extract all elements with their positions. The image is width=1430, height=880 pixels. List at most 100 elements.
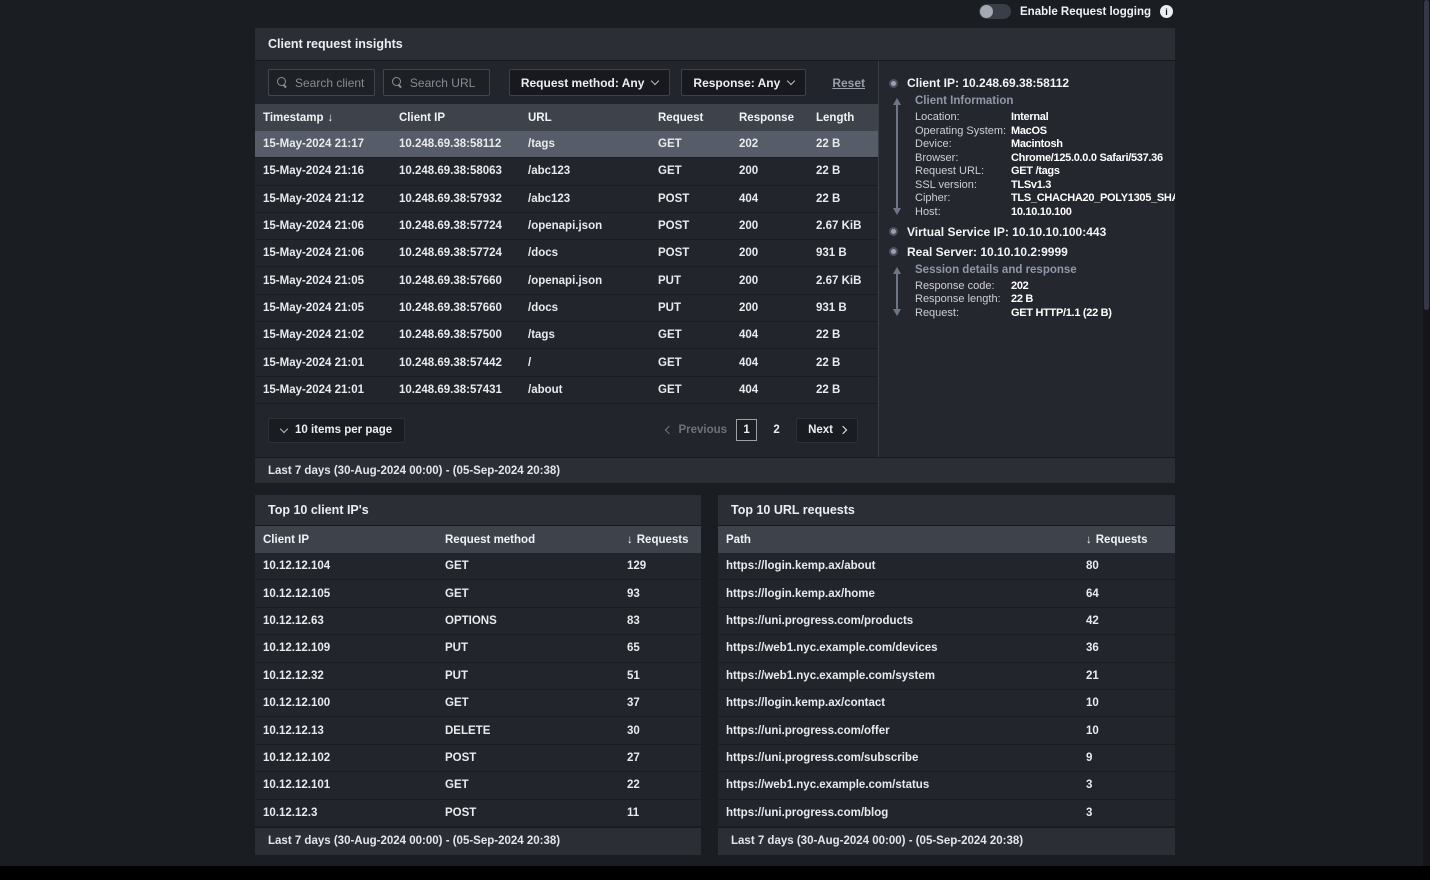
column-header-request-method[interactable]: Request method [437,534,619,546]
column-header-length[interactable]: Length [808,112,878,124]
search-url-input[interactable] [410,76,481,90]
search-client-ip-input[interactable] [295,76,366,90]
field-label: SSL version: [915,179,1011,191]
detail-field: SSL version:TLSv1.3 [915,179,1165,191]
search-icon [277,77,288,88]
table-row[interactable]: 15-May-2024 21:0510.248.69.38:57660/open… [255,267,878,294]
search-url-box[interactable] [383,69,490,96]
field-label: Response code: [915,280,1011,292]
table-cell: 10.12.12.104 [255,560,437,572]
table-row: 10.12.12.101GET22 [255,772,701,799]
table-row: https://login.kemp.ax/about80 [718,553,1175,580]
table-cell: PUT [650,302,731,314]
table-cell: 15-May-2024 21:06 [255,247,391,259]
table-cell: 10.248.69.38:57431 [391,384,520,396]
table-row[interactable]: 15-May-2024 21:0110.248.69.38:57442/GET4… [255,349,878,376]
table-row[interactable]: 15-May-2024 21:1710.248.69.38:58112/tags… [255,131,878,158]
column-header-client-ip[interactable]: Client IP [255,534,437,546]
table-cell: 93 [619,588,701,600]
table-cell: 37 [619,697,701,709]
next-page-button[interactable]: Next [796,418,858,443]
flow-arrows-icon [892,267,902,316]
request-method-dropdown[interactable]: Request method: Any [509,69,671,96]
table-cell: 21 [1078,670,1175,682]
table-row[interactable]: 15-May-2024 21:0610.248.69.38:57724/open… [255,213,878,240]
column-header-url[interactable]: URL [520,112,650,124]
table-row: 10.12.12.104GET129 [255,553,701,580]
table-cell: POST [437,807,619,819]
column-label: Client IP [399,112,445,124]
table-row: 10.12.12.102POST27 [255,745,701,772]
table-cell: /abc123 [520,165,650,177]
top-client-ips-table: 10.12.12.104GET12910.12.12.105GET9310.12… [255,553,701,827]
column-header-path[interactable]: Path [718,534,1078,546]
pagination-row: 10 items per page Previous 1 2 Next [255,404,878,457]
column-header-request[interactable]: Request [650,112,731,124]
table-cell: 10.12.12.32 [255,670,437,682]
table-cell: 10.12.12.3 [255,807,437,819]
page-button-2[interactable]: 2 [766,419,787,441]
table-row[interactable]: 15-May-2024 21:0110.248.69.38:57431/abou… [255,377,878,404]
table-cell: 10.248.69.38:57724 [391,220,520,232]
panel-title: Client request insights [255,28,1175,61]
scrollbar-thumb[interactable] [1424,0,1429,310]
items-per-page-dropdown[interactable]: 10 items per page [268,418,405,443]
request-method-dropdown-label: Request method: Any [521,76,645,90]
column-label: Timestamp [263,112,324,124]
table-cell: https://uni.progress.com/blog [718,807,1078,819]
table-row[interactable]: 15-May-2024 21:1210.248.69.38:57932/abc1… [255,186,878,213]
table-row[interactable]: 15-May-2024 21:0510.248.69.38:57660/docs… [255,295,878,322]
column-header-response[interactable]: Response [731,112,808,124]
table-cell: 10.12.12.100 [255,697,437,709]
page-button-1[interactable]: 1 [736,419,757,441]
table-cell: 10.12.12.13 [255,725,437,737]
client-information-heading: Client Information [915,95,1165,107]
field-label: Request: [915,307,1011,319]
real-server-value: Real Server: 10.10.10.2:9999 [907,245,1068,259]
time-range-footer: Last 7 days (30-Aug-2024 00:00) - (05-Se… [718,827,1175,855]
column-header-client-ip[interactable]: Client IP [391,112,520,124]
table-row[interactable]: 15-May-2024 21:1610.248.69.38:58063/abc1… [255,158,878,185]
table-row[interactable]: 15-May-2024 21:0610.248.69.38:57724/docs… [255,240,878,267]
table-row[interactable]: 15-May-2024 21:0210.248.69.38:57500/tags… [255,322,878,349]
table-cell: 10.12.12.105 [255,588,437,600]
table-cell: https://web1.nyc.example.com/devices [718,642,1078,654]
field-value: Macintosh [1011,138,1165,150]
table-cell: 10.248.69.38:57724 [391,247,520,259]
detail-field: Host:10.10.10.100 [915,206,1165,218]
table-cell: 404 [731,384,808,396]
toggle-knob [980,5,993,18]
column-header-timestamp[interactable]: Timestamp ↓ [255,112,391,124]
table-cell: 80 [1078,560,1175,572]
column-header-requests[interactable]: ↓ Requests [619,534,701,546]
table-row: 10.12.12.105GET93 [255,580,701,607]
table-cell: /openapi.json [520,275,650,287]
top-url-requests-table: https://login.kemp.ax/about80https://log… [718,553,1175,827]
table-cell: 27 [619,752,701,764]
client-ip-section-heading: Client IP: 10.248.69.38:58112 [889,76,1165,90]
table-row: https://uni.progress.com/subscribe9 [718,745,1175,772]
previous-page-button[interactable]: Previous [666,424,727,436]
request-logging-toggle[interactable] [979,4,1011,19]
response-dropdown[interactable]: Response: Any [681,69,806,96]
chevron-right-icon [839,426,847,434]
page-scrollbar[interactable] [1423,0,1430,866]
table-row: https://uni.progress.com/offer10 [718,717,1175,744]
table-cell: PUT [437,642,619,654]
detail-field: Response code:202 [915,280,1165,292]
column-header-requests[interactable]: ↓ Requests [1078,534,1175,546]
bottom-edge [0,866,1430,880]
table-cell: 10.248.69.38:58112 [391,138,520,150]
table-cell: OPTIONS [437,615,619,627]
sort-desc-icon: ↓ [627,534,633,546]
request-logging-control: Enable Request logging i [979,4,1173,19]
time-range-footer: Last 7 days (30-Aug-2024 00:00) - (05-Se… [255,827,701,855]
virtual-service-heading: Virtual Service IP: 10.10.10.100:443 [889,225,1165,239]
search-client-ip-box[interactable] [268,69,375,96]
table-cell: 931 B [808,302,878,314]
table-cell: 10.12.12.101 [255,779,437,791]
info-icon[interactable]: i [1160,5,1173,18]
table-header: Client IP Request method ↓ Requests [255,526,701,553]
table-cell: 10 [1078,725,1175,737]
reset-filters-link[interactable]: Reset [832,76,865,90]
